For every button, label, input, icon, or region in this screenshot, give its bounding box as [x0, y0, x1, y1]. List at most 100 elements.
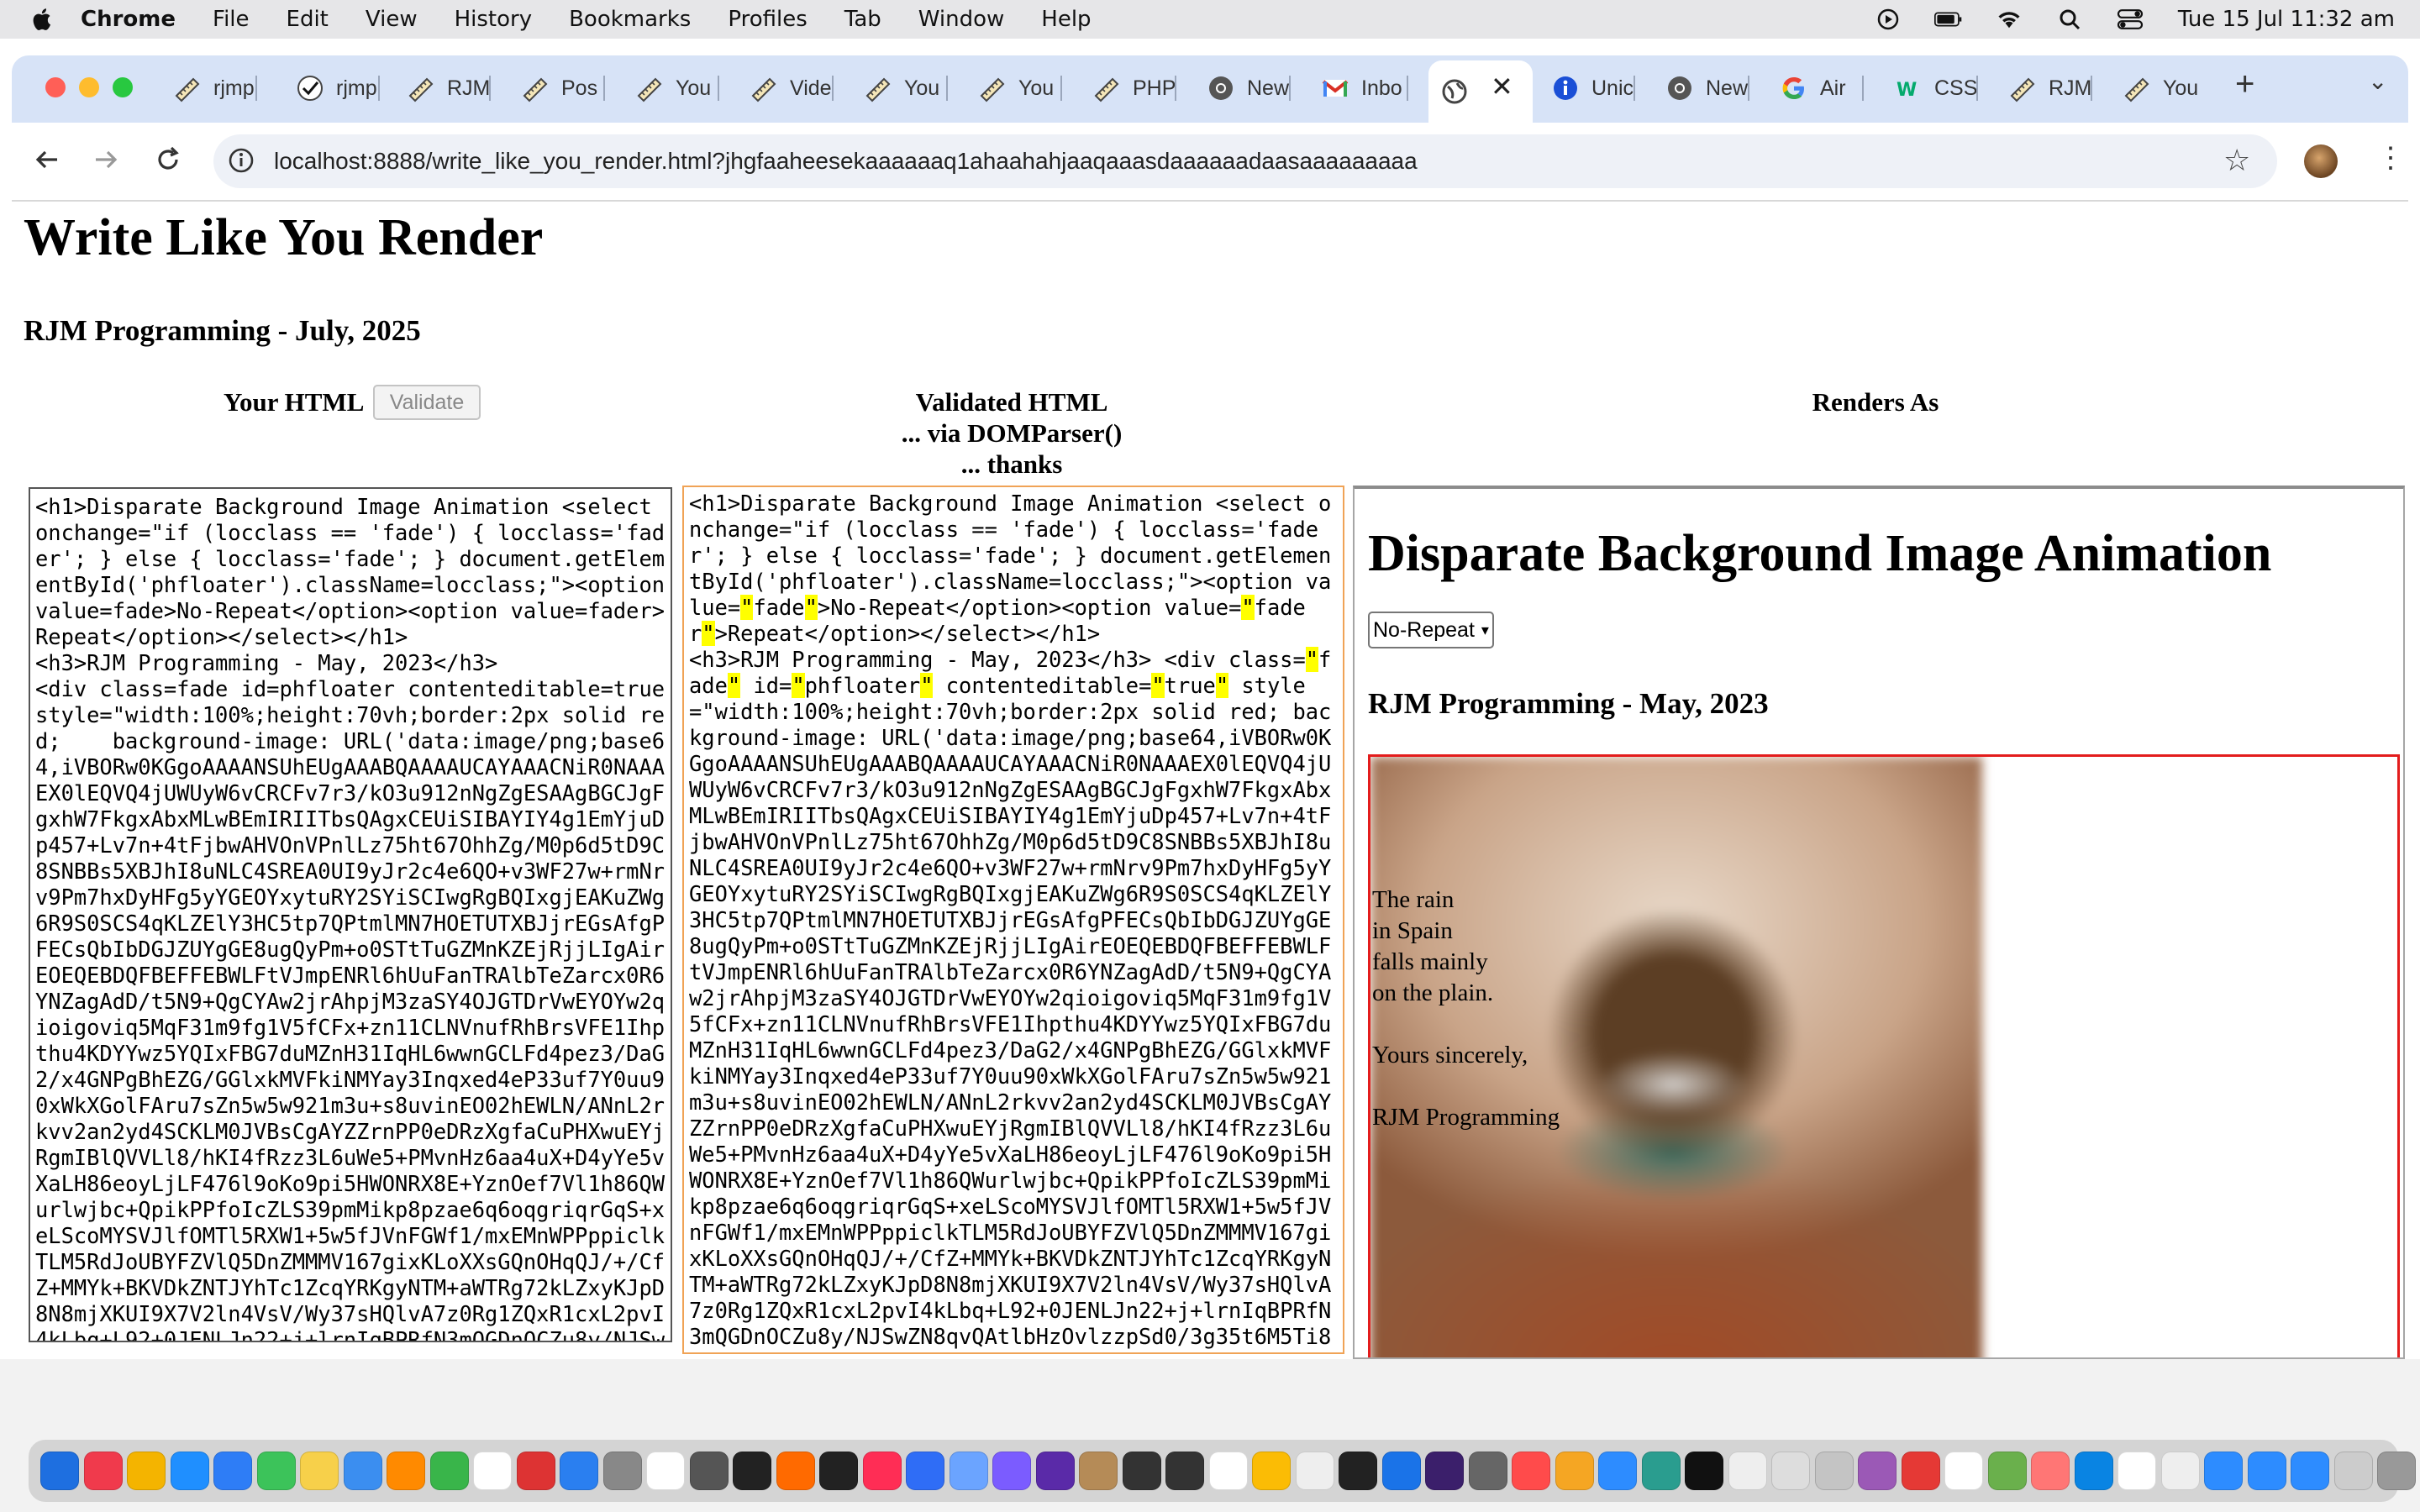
dock-app-icon[interactable]	[949, 1452, 988, 1490]
dock-app-icon[interactable]	[1901, 1452, 1940, 1490]
play-circle-icon[interactable]	[1874, 8, 1902, 31]
menu-help[interactable]: Help	[1041, 7, 1091, 32]
search-icon[interactable]	[2055, 8, 2084, 31]
menu-file[interactable]: File	[213, 7, 250, 32]
menu-bar-clock[interactable]: Tue 15 Jul 11:32 am	[2178, 7, 2395, 32]
dock-app-icon[interactable]	[387, 1452, 425, 1490]
menu-window[interactable]: Window	[918, 7, 1005, 32]
menu-tab[interactable]: Tab	[844, 7, 881, 32]
dock-app-icon[interactable]	[862, 1452, 902, 1490]
dock-app-icon[interactable]	[1079, 1452, 1118, 1490]
dock-app-icon[interactable]	[1685, 1452, 1723, 1490]
dock-app-icon[interactable]	[1381, 1452, 1421, 1490]
dock-app-icon[interactable]	[83, 1452, 123, 1490]
tab-search-chevron-icon[interactable]: ⌄	[2368, 67, 2387, 95]
dock-app-icon[interactable]	[213, 1452, 252, 1490]
dock-app-icon[interactable]	[2118, 1452, 2156, 1490]
window-minimize-button[interactable]	[79, 77, 99, 97]
dock-app-icon[interactable]	[127, 1452, 166, 1490]
wifi-icon[interactable]	[1995, 8, 2023, 31]
menu-history[interactable]: History	[455, 7, 533, 32]
render-iframe[interactable]: Disparate Background Image Animation No-…	[1353, 486, 2405, 1359]
dock-app-icon[interactable]	[2377, 1452, 2416, 1490]
tab-7[interactable]: You	[978, 67, 1062, 109]
dock-app-icon[interactable]	[1641, 1452, 1681, 1490]
menu-profiles[interactable]: Profiles	[728, 7, 807, 32]
tab-8[interactable]: PHP	[1092, 67, 1176, 109]
forward-arrow-icon[interactable]	[89, 143, 123, 176]
address-bar-url[interactable]: localhost:8888/write_like_you_render.htm…	[274, 148, 1418, 175]
dock-app-icon[interactable]	[343, 1452, 382, 1490]
dock-app-icon[interactable]	[560, 1452, 598, 1490]
tab-11-active[interactable]	[1428, 60, 1533, 123]
dock-app-icon[interactable]	[429, 1452, 469, 1490]
dock-app-icon[interactable]	[1252, 1452, 1291, 1490]
dock-app-icon[interactable]	[602, 1452, 642, 1490]
dock-app-icon[interactable]	[473, 1452, 512, 1490]
tab-3[interactable]: Pos	[521, 67, 605, 109]
dock-app-icon[interactable]	[1555, 1452, 1594, 1490]
tab-10[interactable]: Inbo	[1321, 67, 1408, 109]
dock-app-icon[interactable]	[2031, 1452, 2070, 1490]
dock-app-icon[interactable]	[170, 1452, 209, 1490]
site-info-icon[interactable]	[227, 146, 255, 175]
chrome-menu-icon[interactable]: ⋮	[2376, 141, 2405, 175]
dock-app-icon[interactable]	[2291, 1452, 2329, 1490]
dock-app-icon[interactable]	[1122, 1452, 1161, 1490]
menu-view[interactable]: View	[366, 7, 418, 32]
phfloater-editable-div[interactable]: The rain in Spain falls mainly on the pl…	[1368, 754, 2400, 1357]
dock-app-icon[interactable]	[2333, 1452, 2373, 1490]
dock-app-icon[interactable]	[1944, 1452, 1983, 1490]
dock-app-icon[interactable]	[516, 1452, 555, 1490]
dock-app-icon[interactable]	[1339, 1452, 1377, 1490]
tab-15[interactable]: W CSS	[1894, 67, 1978, 109]
dock-app-icon[interactable]	[300, 1452, 339, 1490]
dock-app-icon[interactable]	[1295, 1452, 1334, 1490]
dock-app-icon[interactable]	[1468, 1452, 1507, 1490]
bookmark-star-icon[interactable]: ☆	[2223, 143, 2250, 178]
tab-5[interactable]: Vide	[750, 67, 834, 109]
tab-6[interactable]: You	[864, 67, 948, 109]
dock-app-icon[interactable]	[646, 1452, 685, 1490]
dock-app-icon[interactable]	[733, 1452, 771, 1490]
window-close-button[interactable]	[45, 77, 66, 97]
tab-2[interactable]: RJM	[407, 67, 491, 109]
dock-app-icon[interactable]	[1598, 1452, 1637, 1490]
battery-icon[interactable]	[1933, 8, 1963, 31]
tab-1[interactable]: rjmp	[296, 67, 380, 109]
tab-0[interactable]: rjmp	[173, 67, 257, 109]
menu-bookmarks[interactable]: Bookmarks	[569, 7, 691, 32]
validate-button[interactable]: Validate	[373, 385, 481, 420]
dock-app-icon[interactable]	[776, 1452, 815, 1490]
dock-app-icon[interactable]	[689, 1452, 729, 1490]
tab-14[interactable]: Air	[1780, 67, 1864, 109]
tab-13[interactable]: New	[1665, 67, 1749, 109]
control-center-icon[interactable]	[2116, 8, 2144, 31]
your-html-textarea[interactable]: <h1>Disparate Background Image Animation…	[29, 487, 672, 1342]
apple-logo-icon[interactable]	[32, 7, 55, 32]
menu-edit[interactable]: Edit	[287, 7, 329, 32]
tab-16[interactable]: RJM	[2008, 67, 2092, 109]
dock-app-icon[interactable]	[1035, 1452, 1075, 1490]
tab-4[interactable]: You	[635, 67, 719, 109]
dock-app-icon[interactable]	[2074, 1452, 2113, 1490]
dock-app-icon[interactable]	[819, 1452, 858, 1490]
menu-app-name[interactable]: Chrome	[81, 7, 176, 32]
repeat-select[interactable]: No-Repeat ▾	[1368, 612, 1494, 648]
dock-app-icon[interactable]	[906, 1452, 944, 1490]
new-tab-icon[interactable]: +	[2235, 66, 2254, 103]
tab-17[interactable]: You	[2123, 67, 2207, 109]
dock-app-icon[interactable]	[256, 1452, 296, 1490]
dock-app-icon[interactable]	[40, 1452, 79, 1490]
back-arrow-icon[interactable]	[30, 143, 64, 176]
dock-app-icon[interactable]	[1728, 1452, 1767, 1490]
dock-app-icon[interactable]	[1858, 1452, 1897, 1490]
dock-app-icon[interactable]	[1165, 1452, 1204, 1490]
dock-app-icon[interactable]	[2160, 1452, 2200, 1490]
editable-message[interactable]: The rain in Spain falls mainly on the pl…	[1372, 885, 1560, 1133]
dock-app-icon[interactable]	[1512, 1452, 1550, 1490]
dock-app-icon[interactable]	[1771, 1452, 1810, 1490]
tab-9[interactable]: New	[1207, 67, 1291, 109]
dock-app-icon[interactable]	[1425, 1452, 1464, 1490]
dock-app-icon[interactable]	[1814, 1452, 1854, 1490]
